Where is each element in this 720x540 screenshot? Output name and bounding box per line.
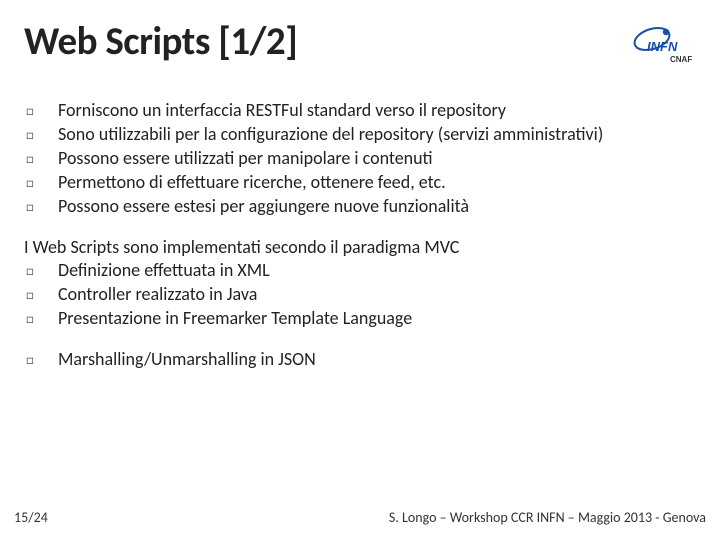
bullet-icon: □ bbox=[24, 348, 58, 370]
bullet-icon: □ bbox=[24, 123, 58, 145]
list-item: □ Possono essere estesi per aggiungere n… bbox=[24, 195, 696, 218]
list-item: □ Definizione effettuata in XML bbox=[24, 259, 696, 282]
list-item: □ Permettono di effettuare ricerche, ott… bbox=[24, 171, 696, 194]
slide: Web Scripts [1/2] INFN CNAF □ Forniscono… bbox=[0, 0, 720, 540]
list-item: □ Controller realizzato in Java bbox=[24, 283, 696, 306]
infn-logo: INFN CNAF bbox=[630, 20, 700, 73]
list-item: □ Possono essere utilizzati per manipola… bbox=[24, 147, 696, 170]
bullet-text: Sono utilizzabili per la configurazione … bbox=[58, 123, 696, 146]
content-area: □ Forniscono un interfaccia RESTFul stan… bbox=[24, 99, 696, 371]
bullet-icon: □ bbox=[24, 259, 58, 281]
bullet-text: Forniscono un interfaccia RESTFul standa… bbox=[58, 99, 696, 122]
logo-main-text: INFN bbox=[647, 39, 678, 54]
bullet-icon: □ bbox=[24, 147, 58, 169]
title-row: Web Scripts [1/2] INFN CNAF bbox=[24, 18, 696, 73]
footer-text: S. Longo – Workshop CCR INFN – Maggio 20… bbox=[389, 509, 706, 526]
page-number: 15/24 bbox=[14, 509, 48, 526]
list-item: □ Sono utilizzabili per la configurazion… bbox=[24, 123, 696, 146]
bullet-icon: □ bbox=[24, 99, 58, 121]
logo-sub-text: CNAF bbox=[670, 55, 692, 64]
intro-line: I Web Scripts sono implementati secondo … bbox=[24, 236, 696, 259]
bullet-text: Permettono di effettuare ricerche, otten… bbox=[58, 171, 696, 194]
bullet-text: Controller realizzato in Java bbox=[58, 283, 696, 306]
bullet-text: Definizione effettuata in XML bbox=[58, 259, 696, 282]
list-item: □ Presentazione in Freemarker Template L… bbox=[24, 307, 696, 330]
bullet-text: Possono essere estesi per aggiungere nuo… bbox=[58, 195, 696, 218]
bullet-icon: □ bbox=[24, 171, 58, 193]
list-item: □ Marshalling/Unmarshalling in JSON bbox=[24, 348, 696, 371]
bullet-icon: □ bbox=[24, 307, 58, 329]
bullet-icon: □ bbox=[24, 283, 58, 305]
bullet-text: Presentazione in Freemarker Template Lan… bbox=[58, 307, 696, 330]
slide-title: Web Scripts [1/2] bbox=[24, 18, 297, 65]
bullet-text: Possono essere utilizzati per manipolare… bbox=[58, 147, 696, 170]
bullet-icon: □ bbox=[24, 195, 58, 217]
bullet-text: Marshalling/Unmarshalling in JSON bbox=[58, 348, 696, 371]
list-item: □ Forniscono un interfaccia RESTFul stan… bbox=[24, 99, 696, 122]
